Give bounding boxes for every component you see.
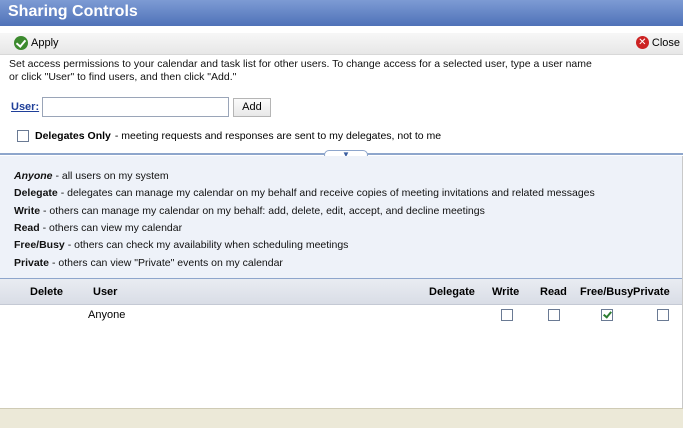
legend-term: Anyone bbox=[14, 170, 53, 182]
legend-term: Free/Busy bbox=[14, 239, 65, 251]
legend-item-read: Read - others can view my calendar bbox=[14, 222, 182, 235]
user-input[interactable] bbox=[42, 97, 230, 117]
delegates-only-row: Delegates Only - meeting requests and re… bbox=[17, 130, 441, 142]
apply-label: Apply bbox=[31, 37, 59, 49]
legend-term: Private bbox=[14, 257, 50, 269]
row-user: Anyone bbox=[88, 309, 126, 321]
checkmark-icon bbox=[14, 36, 28, 50]
permission-legend: Anyone - all users on my system Delegate… bbox=[0, 156, 683, 278]
delegates-only-label: Delegates Only bbox=[35, 130, 111, 142]
column-header-user: User bbox=[93, 286, 118, 298]
column-header-read: Read bbox=[540, 286, 567, 298]
legend-term: Write bbox=[14, 205, 41, 217]
legend-desc: - all users on my system bbox=[55, 170, 169, 182]
read-checkbox[interactable] bbox=[548, 309, 560, 321]
legend-desc: - others can view "Private" events on my… bbox=[51, 257, 283, 269]
legend-desc: - others can view my calendar bbox=[42, 222, 183, 234]
legend-item-write: Write - others can manage my calendar on… bbox=[14, 205, 485, 218]
write-checkbox[interactable] bbox=[501, 309, 513, 321]
legend-desc: - others can manage my calendar on my be… bbox=[42, 205, 485, 217]
add-button[interactable]: Add bbox=[233, 97, 271, 117]
column-header-delegate: Delegate bbox=[429, 286, 475, 298]
legend-item-private: Private - others can view "Private" even… bbox=[14, 257, 283, 270]
column-header-freebusy: Free/Busy bbox=[580, 286, 634, 298]
intro-text: Set access permissions to your calendar … bbox=[9, 58, 679, 84]
user-link[interactable]: User: bbox=[11, 101, 39, 113]
intro-line-1: Set access permissions to your calendar … bbox=[9, 58, 592, 70]
apply-button[interactable]: Apply bbox=[14, 36, 59, 50]
intro-line-2: or click "User" to find users, and then … bbox=[9, 71, 237, 83]
legend-item-delegate: Delegate - delegates can manage my calen… bbox=[14, 187, 595, 200]
user-row: User: Add bbox=[11, 97, 271, 117]
delegates-only-description: - meeting requests and responses are sen… bbox=[114, 130, 442, 142]
table-row: Anyone bbox=[0, 305, 683, 325]
legend-desc: - others can check my availability when … bbox=[67, 239, 349, 251]
freebusy-checkbox[interactable] bbox=[601, 309, 613, 321]
toolbar: Apply ✕ Close bbox=[0, 33, 683, 55]
legend-item-freebusy: Free/Busy - others can check my availabi… bbox=[14, 239, 348, 252]
legend-term: Read bbox=[14, 222, 40, 234]
window-title: Sharing Controls bbox=[0, 0, 683, 26]
close-button[interactable]: ✕ Close bbox=[635, 36, 680, 49]
column-header-delete: Delete bbox=[30, 286, 64, 298]
private-checkbox[interactable] bbox=[657, 309, 669, 321]
close-icon: ✕ bbox=[635, 36, 649, 49]
close-label: Close bbox=[651, 36, 680, 49]
status-bar bbox=[0, 408, 683, 428]
column-header-write: Write bbox=[492, 286, 520, 298]
permissions-table-header: Delete User Delegate Write Read Free/Bus… bbox=[0, 279, 683, 305]
legend-desc: - delegates can manage my calendar on my… bbox=[60, 187, 595, 199]
column-header-private: Private bbox=[633, 286, 670, 298]
delegates-only-checkbox[interactable] bbox=[17, 130, 29, 142]
legend-term: Delegate bbox=[14, 187, 58, 199]
legend-item-anyone: Anyone - all users on my system bbox=[14, 170, 169, 183]
